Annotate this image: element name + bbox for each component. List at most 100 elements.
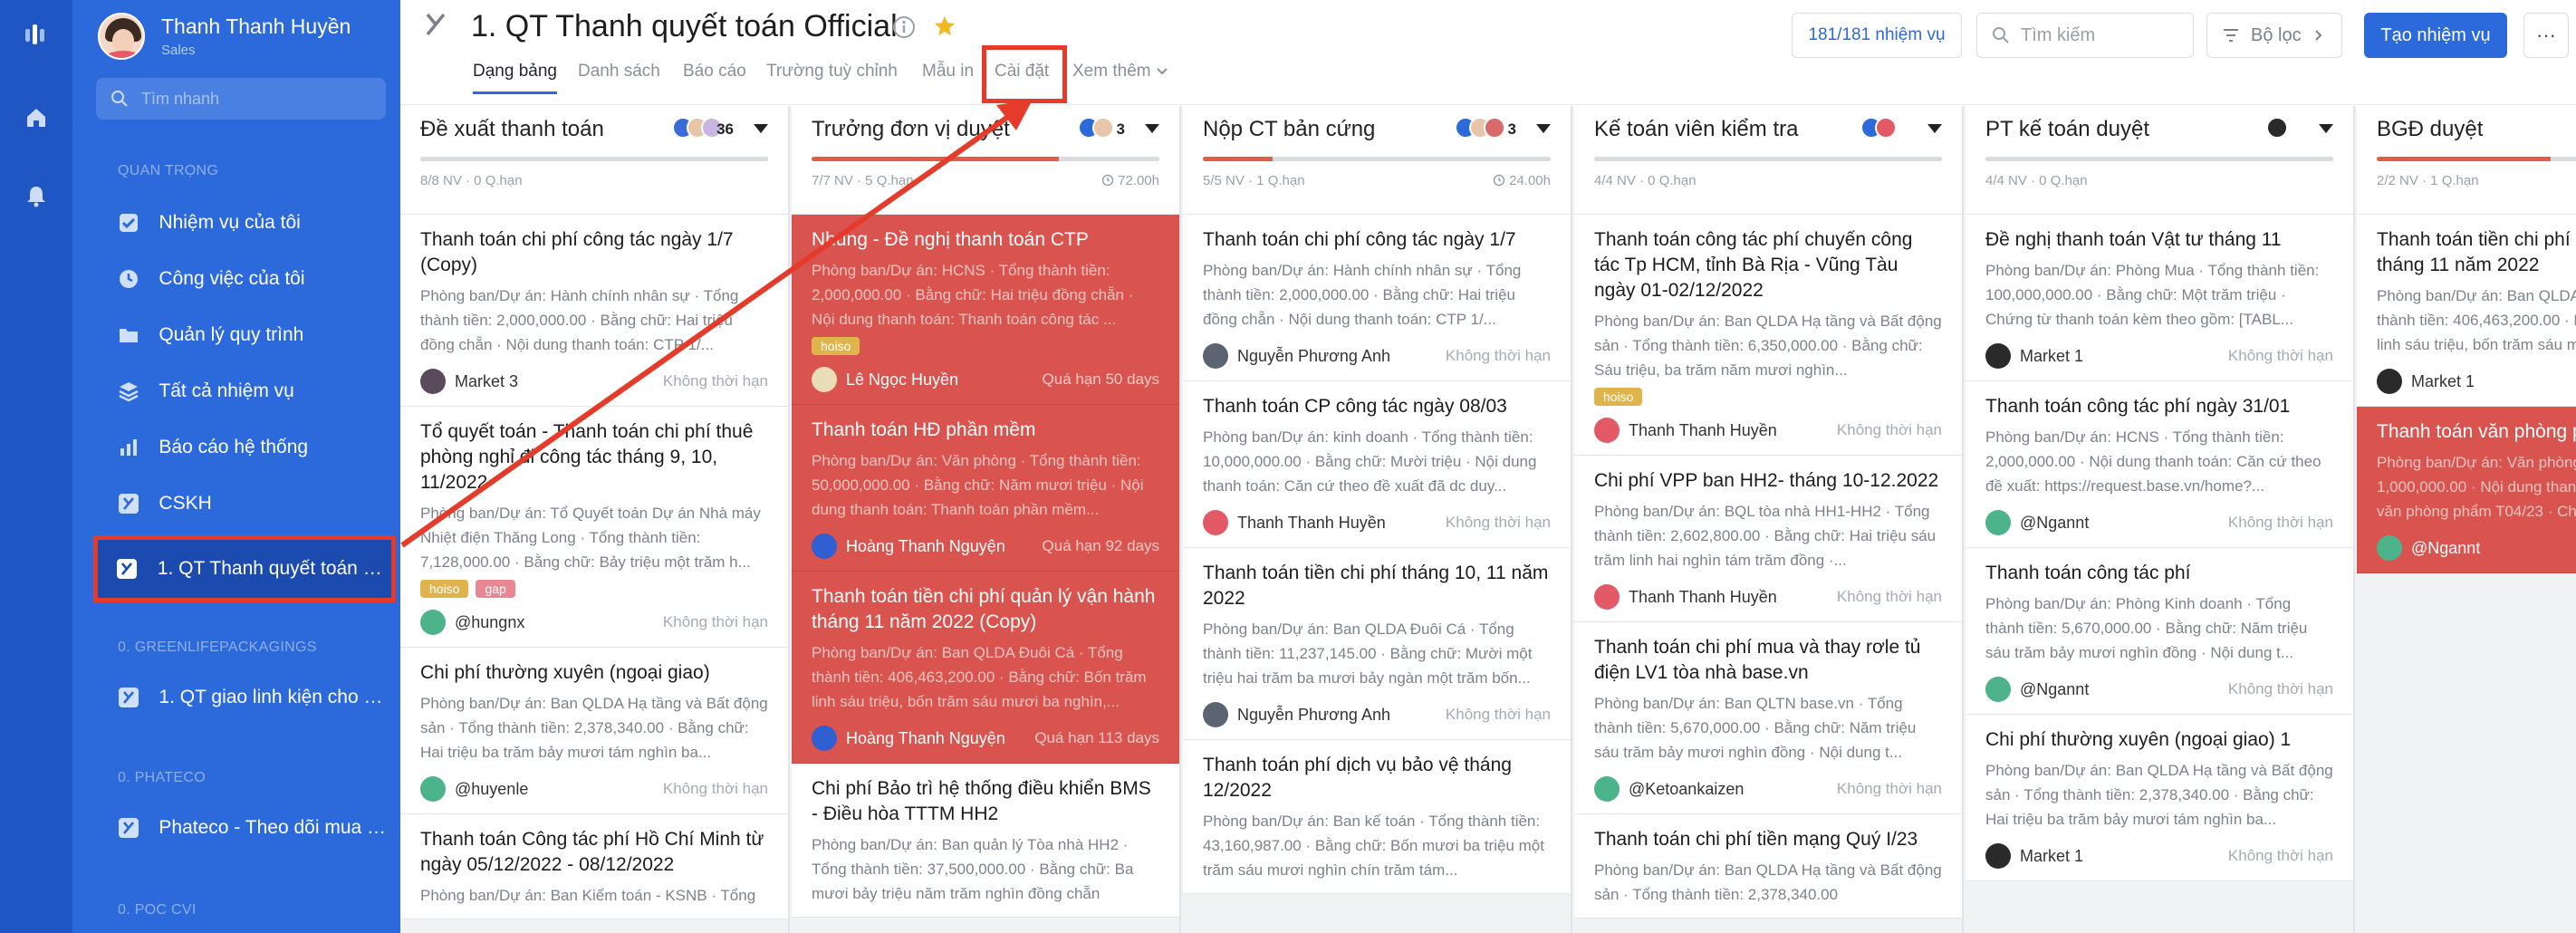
task-card-description: Phòng ban/Dự án: Ban QLTN base.vn · Tổng…: [1594, 695, 1917, 761]
task-card[interactable]: Thanh toán chi phí mua và thay rơle tủ đ…: [1574, 622, 1962, 814]
column-member-avatars: [2266, 117, 2288, 139]
task-card-description: Phòng ban/Dự án: Ban QLDA Đuôi Cá · Tổng…: [2377, 287, 2576, 353]
task-due: Không thời hạn: [1445, 514, 1551, 531]
home-icon[interactable]: [18, 100, 54, 136]
sidebar-item-phateco[interactable]: Phateco - Theo dõi mua hàng: [100, 804, 389, 851]
task-card-footer: Lê Ngọc Huyền Quá hạn 50 days: [812, 366, 1159, 393]
task-card[interactable]: Thanh toán phí dịch vụ bảo vệ tháng 12/2…: [1183, 740, 1571, 894]
column-header[interactable]: Trưởng đơn vị duyệt 3 7/7 NV · 5 Q.hạn 72.0…: [792, 106, 1179, 215]
app-rail: [0, 0, 72, 933]
tag-badge[interactable]: hoiso: [1594, 388, 1643, 406]
caret-down-icon[interactable]: [2319, 124, 2333, 133]
column-title: Nộp CT bản cứng: [1203, 117, 1376, 141]
bell-icon[interactable]: [18, 178, 54, 214]
task-count-button[interactable]: 181/181 nhiệm vụ: [1792, 13, 1962, 58]
create-task-button[interactable]: Tạo nhiệm vụ: [2364, 13, 2507, 58]
avatar: [1985, 843, 2011, 869]
caret-down-icon[interactable]: [1145, 124, 1159, 133]
tab-report[interactable]: Báo cáo: [683, 62, 746, 82]
sidebar-item-all-tasks[interactable]: Tất cả nhiệm vụ: [100, 368, 389, 415]
task-due: Không thời hạn: [1445, 706, 1551, 723]
clock-icon: [116, 266, 140, 292]
column-count: 36: [716, 120, 734, 138]
task-card[interactable]: Thanh toán Công tác phí Hồ Chí Minh từ n…: [400, 814, 788, 919]
task-assignee: Thanh Thanh Huyền: [1629, 587, 1777, 606]
column-header[interactable]: Nộp CT bản cứng 3 5/5 NV · 1 Q.hạn 24.00h: [1183, 106, 1571, 215]
search-input[interactable]: Tìm kiếm: [1976, 13, 2194, 58]
kanban-board: Đề xuất thanh toán 36 8/8 NV · 0 Q.hạn Than…: [400, 106, 2576, 933]
avatar: [1203, 510, 1228, 535]
task-card[interactable]: Thanh toán chi phí công tác ngày 1/7 (Co…: [400, 215, 788, 407]
task-card[interactable]: Đề nghị thanh toán Vật tư tháng 11 Phòng …: [1966, 215, 2353, 381]
task-card[interactable]: Thanh toán tiền chi phí tháng 10, 11 năm…: [1183, 548, 1571, 740]
task-card-description: Phòng ban/Dự án: Ban QLDA Đuôi Cá · Tổng…: [812, 644, 1147, 710]
task-card[interactable]: Thanh toán chi phí công tác ngày 1/7 Phòn…: [1183, 215, 1571, 381]
task-card[interactable]: Chi phí VPP ban HH2- tháng 10-12.2022 Phò…: [1574, 456, 1962, 622]
task-card[interactable]: Chi phí thường xuyên (ngoại giao) Phòng b…: [400, 648, 788, 814]
sidebar-item-qt-giao-linh-kien[interactable]: 1. QT giao linh kiện cho Đối tác: [100, 674, 389, 721]
column-meta: 8/8 NV · 0 Q.hạn: [420, 173, 523, 188]
task-card[interactable]: Thanh toán CP công tác ngày 08/03 Phòng b…: [1183, 381, 1571, 548]
column-header[interactable]: BGĐ duyệt 2/2 NV · 1 Q.hạn: [2357, 106, 2576, 215]
task-card[interactable]: Chi phí Bảo trì hệ thống điều khiển BMS …: [792, 764, 1179, 918]
tag-badge[interactable]: hoiso: [420, 580, 469, 598]
task-card[interactable]: Nhung - Đề nghị thanh toán CTP Phòng ban/…: [792, 215, 1179, 405]
star-icon[interactable]: [933, 14, 956, 43]
sidebar-item-process-management[interactable]: Quản lý quy trình: [100, 312, 389, 359]
avatar: [812, 726, 837, 751]
caret-down-icon[interactable]: [754, 124, 768, 133]
avatar: [1985, 510, 2011, 535]
quick-search-input[interactable]: Tìm nhanh: [96, 78, 386, 120]
app-logo-icon[interactable]: [18, 16, 54, 53]
task-card[interactable]: Thanh toán HĐ phần mềm Phòng ban/Dự án: V…: [792, 405, 1179, 572]
column-header[interactable]: Kế toán viên kiểm tra 4/4 NV · 0 Q.hạn: [1574, 106, 1962, 215]
column-header[interactable]: Đề xuất thanh toán 36 8/8 NV · 0 Q.hạn: [400, 106, 788, 215]
sidebar-item-cskh[interactable]: CSKH: [100, 480, 389, 527]
column-meta: 4/4 NV · 0 Q.hạn: [1594, 173, 1697, 188]
task-card-footer: Thanh Thanh Huyền Không thời hạn: [1594, 417, 1942, 444]
task-card[interactable]: Thanh toán tiền chi phí quản lý vận hành…: [792, 572, 1179, 764]
sidebar-item-qt-thanh-quyet-toan[interactable]: 1. QT Thanh quyết toán Official: [93, 535, 396, 602]
tab-print-templates[interactable]: Mẫu in: [922, 62, 974, 82]
info-icon[interactable]: [891, 14, 917, 44]
task-card[interactable]: Thanh toán tiền chi phí quản lý vận hành…: [2357, 215, 2576, 407]
avatar: [2266, 117, 2288, 139]
avatar: [1594, 584, 1620, 610]
caret-down-icon[interactable]: [1536, 124, 1551, 133]
tab-custom-fields[interactable]: Trường tuỳ chỉnh: [766, 62, 898, 82]
task-card-footer: Hoàng Thanh Nguyện Quá hạn 113 days: [812, 725, 1159, 752]
filter-button[interactable]: Bộ lọc: [2206, 13, 2342, 58]
tab-board[interactable]: Dạng bảng: [473, 62, 557, 94]
task-assignee: @hungnx: [455, 612, 525, 631]
user-name: Thanh Thanh Huyền: [161, 14, 351, 38]
task-due: Quá hạn 113 days: [1034, 729, 1159, 746]
task-card[interactable]: Thanh toán công tác phí ngày 31/01 Phòng …: [1966, 381, 2353, 548]
tag-badge[interactable]: gap: [476, 580, 515, 598]
task-card[interactable]: Thanh toán văn phòng phẩm Phòng ban/Dự án…: [2357, 407, 2576, 573]
page-header: 1. QT Thanh quyết toán Official Dạng bản…: [400, 0, 2576, 105]
column-header[interactable]: PT kế toán duyệt 4/4 NV · 0 Q.hạn: [1966, 106, 2353, 215]
task-card-footer: Thanh Thanh Huyền Không thời hạn: [1594, 583, 1942, 611]
more-options-button[interactable]: ···: [2523, 13, 2569, 58]
search-icon: [1993, 27, 2009, 43]
column-title: Trưởng đơn vị duyệt: [812, 117, 1010, 141]
caret-down-icon[interactable]: [1927, 124, 1942, 133]
task-card-footer: @huyenle Không thời hạn: [420, 775, 768, 803]
check-square-icon: [116, 210, 140, 236]
avatar: [812, 367, 837, 392]
task-card[interactable]: Chi phí thường xuyên (ngoại giao) 1 Phòng…: [1966, 715, 2353, 881]
tab-list[interactable]: Danh sách: [578, 62, 660, 82]
task-card[interactable]: Tổ quyết toán - Thanh toán chi phí thuê …: [400, 407, 788, 648]
task-card-footer: @Ngannt Không thời hạn: [1985, 509, 2333, 536]
user-profile[interactable]: Thanh Thanh Huyền Sales: [98, 13, 351, 60]
task-card[interactable]: Thanh toán công tác phí Phòng ban/Dự án: …: [1966, 548, 2353, 715]
task-card-description: Phòng ban/Dự án: Phòng Kinh doanh · Tổng…: [1985, 595, 2308, 661]
tab-more[interactable]: Xem thêm: [1072, 62, 1168, 82]
task-card[interactable]: Thanh toán chi phí tiền mạng Quý I/23 Phò…: [1574, 814, 1962, 919]
sidebar-item-system-report[interactable]: Báo cáo hệ thống: [100, 424, 389, 471]
sidebar-item-my-work[interactable]: Công việc của tôi: [100, 255, 389, 303]
task-card[interactable]: Thanh toán công tác phí chuyến công tác …: [1574, 215, 1962, 456]
task-card-description: Phòng ban/Dự án: Ban QLDA Hạ tầng và Bất…: [1594, 313, 1942, 379]
sidebar-item-my-tasks[interactable]: Nhiệm vụ của tôi: [100, 199, 389, 246]
tag-badge[interactable]: hoiso: [812, 337, 860, 355]
